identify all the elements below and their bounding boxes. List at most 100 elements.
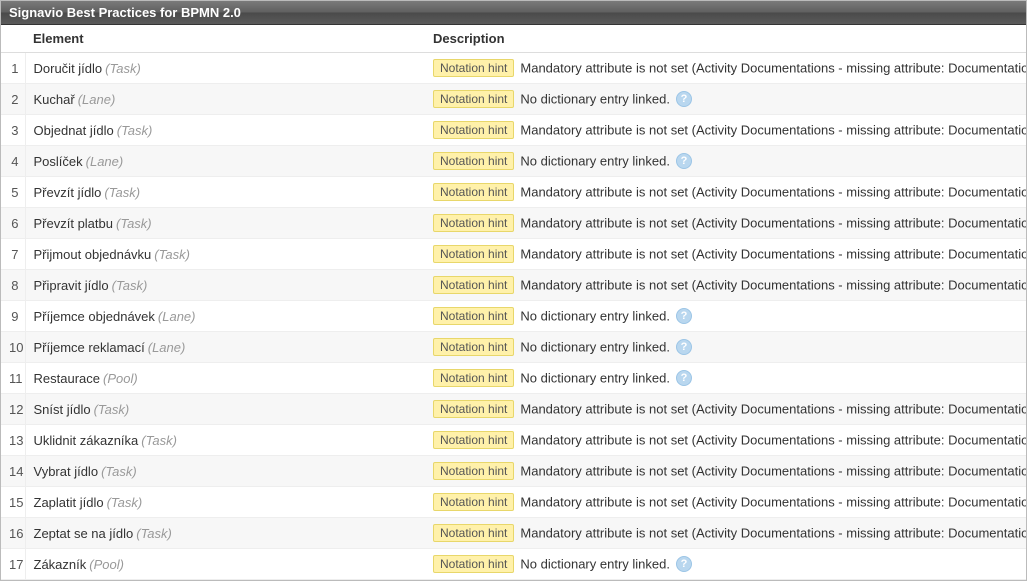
col-header-description[interactable]: Description — [425, 25, 1026, 53]
element-type: (Task) — [107, 495, 143, 510]
description-cell: Notation hint Mandatory attribute is not … — [425, 487, 1026, 518]
element-name: Poslíček — [34, 154, 83, 169]
table-row[interactable]: 11Restaurace(Pool)Notation hintNo dictio… — [1, 363, 1026, 394]
help-icon[interactable]: ? — [676, 153, 692, 169]
notation-hint-badge: Notation hint — [433, 338, 514, 356]
description-text: No dictionary entry linked. — [520, 154, 670, 169]
notation-hint-badge: Notation hint — [433, 214, 514, 232]
col-header-element[interactable]: Element — [25, 25, 425, 53]
element-name: Příjemce objednávek — [34, 309, 155, 324]
row-number: 10 — [1, 332, 25, 363]
element-cell: Poslíček(Lane) — [25, 146, 425, 177]
description-cell: Notation hint No dictionary entry linked.… — [425, 332, 1026, 363]
row-number: 3 — [1, 115, 25, 146]
description-text: Mandatory attribute is not set (Activity… — [520, 402, 1026, 417]
element-type: (Task) — [104, 185, 140, 200]
element-type: (Task) — [136, 526, 172, 541]
notation-hint-badge: Notation hint — [433, 493, 514, 511]
table-row[interactable]: 14Vybrat jídlo(Task) Notation hint Mandato… — [1, 456, 1026, 487]
element-cell: Připravit jídlo(Task) — [25, 270, 425, 301]
row-number: 8 — [1, 270, 25, 301]
help-icon[interactable]: ? — [676, 308, 692, 324]
notation-hint-badge: Notation hint — [433, 400, 514, 418]
col-header-num[interactable] — [1, 25, 25, 53]
help-icon[interactable]: ? — [676, 556, 692, 572]
notation-hint-badge: Notation hint — [433, 555, 514, 573]
notation-hint-badge: Notation hint — [433, 152, 514, 170]
element-cell: Převzít platbu(Task) — [25, 208, 425, 239]
row-number: 11 — [1, 363, 25, 394]
description-text: No dictionary entry linked. — [520, 340, 670, 355]
table-row[interactable]: 8Připravit jídlo(Task)Notation hintManda… — [1, 270, 1026, 301]
table-row[interactable]: 16Zeptat se na jídlo(Task)Notation hintM… — [1, 518, 1026, 549]
row-number: 5 — [1, 177, 25, 208]
notation-hint-badge: Notation hint — [433, 462, 514, 480]
row-number: 14 — [1, 456, 25, 487]
description-cell: Notation hint Mandatory attribute is not … — [425, 394, 1026, 425]
table-row[interactable]: 9Příjemce objednávek(Lane)Notation hintN… — [1, 301, 1026, 332]
notation-hint-badge: Notation hint — [433, 183, 514, 201]
element-type: (Task) — [117, 123, 153, 138]
description-cell: Notation hint No dictionary entry linked.… — [425, 146, 1026, 177]
description-cell: Notation hintMandatory attribute is not … — [425, 270, 1026, 301]
table-row[interactable]: 10Příjemce reklamací(Lane)Notation hintN… — [1, 332, 1026, 363]
element-type: (Task) — [141, 433, 177, 448]
element-name: Vybrat jídlo — [34, 464, 99, 479]
element-type: (Lane) — [86, 154, 124, 169]
element-cell: Zaplatit jídlo(Task) — [25, 487, 425, 518]
description-text: Mandatory attribute is not set (Activity… — [520, 123, 1026, 138]
row-number: 9 — [1, 301, 25, 332]
table-row[interactable]: 12Sníst jídlo(Task)Notation hintMandator… — [1, 394, 1026, 425]
description-text: No dictionary entry linked. — [520, 309, 670, 324]
table-row[interactable]: 2Kuchař(Lane)Notation hintNo dictionary … — [1, 84, 1026, 115]
element-cell: Zeptat se na jídlo(Task) — [25, 518, 425, 549]
table-row[interactable]: 1Doručit jídlo(Task)Notation hintMandato… — [1, 53, 1026, 84]
element-type: (Pool) — [103, 371, 138, 386]
element-type: (Lane) — [148, 340, 186, 355]
row-number: 16 — [1, 518, 25, 549]
table-row[interactable]: 13Uklidnit zákazníka(Task)Notation hintM… — [1, 425, 1026, 456]
description-cell: Notation hintNo dictionary entry linked.… — [425, 301, 1026, 332]
element-name: Přijmout objednávku — [34, 247, 152, 262]
description-cell: Notation hintMandatory attribute is not … — [425, 115, 1026, 146]
help-icon[interactable]: ? — [676, 91, 692, 107]
element-name: Uklidnit zákazníka — [34, 433, 139, 448]
element-cell: Objednat jídlo(Task) — [25, 115, 425, 146]
help-icon[interactable]: ? — [676, 339, 692, 355]
table-row[interactable]: 6Převzít platbu(Task)Notation hintMandat… — [1, 208, 1026, 239]
element-name: Připravit jídlo — [34, 278, 109, 293]
table-row[interactable]: 5Převzít jídlo(Task)Notation hintMandato… — [1, 177, 1026, 208]
panel-title: Signavio Best Practices for BPMN 2.0 — [1, 1, 1026, 25]
element-name: Restaurace — [34, 371, 100, 386]
element-type: (Task) — [116, 216, 152, 231]
table-row[interactable]: 17Zákazník(Pool)Notation hintNo dictiona… — [1, 549, 1026, 580]
notation-hint-badge: Notation hint — [433, 90, 514, 108]
element-type: (Pool) — [89, 557, 124, 572]
notation-hint-badge: Notation hint — [433, 276, 514, 294]
element-type: (Task) — [154, 247, 190, 262]
element-name: Zeptat se na jídlo — [34, 526, 134, 541]
description-text: Mandatory attribute is not set (Activity… — [520, 185, 1026, 200]
element-cell: Vybrat jídlo(Task) — [25, 456, 425, 487]
description-cell: Notation hintNo dictionary entry linked.… — [425, 84, 1026, 115]
element-cell: Uklidnit zákazníka(Task) — [25, 425, 425, 456]
row-number: 13 — [1, 425, 25, 456]
table-row[interactable]: 4Poslíček(Lane)Notation hintNo dictionar… — [1, 146, 1026, 177]
table-row[interactable]: 7Přijmout objednávku(Task)Notation hintM… — [1, 239, 1026, 270]
description-text: Mandatory attribute is not set (Activity… — [520, 464, 1026, 479]
table-row[interactable]: 3Objednat jídlo(Task)Notation hintMandat… — [1, 115, 1026, 146]
element-type: (Task) — [105, 61, 141, 76]
description-text: Mandatory attribute is not set (Activity… — [520, 495, 1026, 510]
element-name: Kuchař — [34, 92, 75, 107]
row-number: 17 — [1, 549, 25, 580]
element-cell: Sníst jídlo(Task) — [25, 394, 425, 425]
row-number: 2 — [1, 84, 25, 115]
table-row[interactable]: 15Zaplatit jídlo(Task)Notation hintManda… — [1, 487, 1026, 518]
description-text: Mandatory attribute is not set (Activity… — [520, 61, 1026, 76]
help-icon[interactable]: ? — [676, 370, 692, 386]
row-number: 7 — [1, 239, 25, 270]
validation-panel: Signavio Best Practices for BPMN 2.0 Ele… — [0, 0, 1027, 581]
notation-hint-badge: Notation hint — [433, 369, 514, 387]
description-cell: Notation hintMandatory attribute is not … — [425, 53, 1026, 84]
element-cell: Příjemce objednávek(Lane) — [25, 301, 425, 332]
